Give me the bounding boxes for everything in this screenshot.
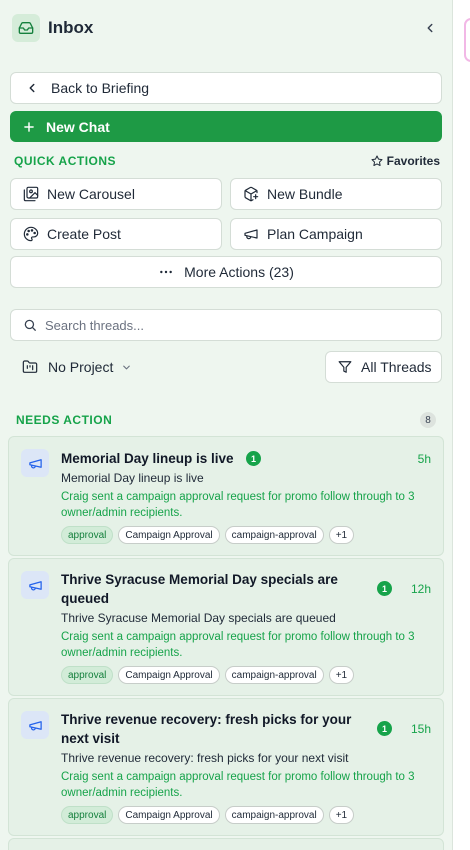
thread-icon bbox=[21, 449, 49, 477]
back-to-briefing-button[interactable]: Back to Briefing bbox=[10, 72, 442, 104]
quick-actions-label: QUICK ACTIONS bbox=[14, 154, 117, 168]
thread-time: 15h bbox=[410, 722, 431, 736]
tag-more[interactable]: +1 bbox=[328, 526, 355, 544]
main-content-edge bbox=[454, 0, 470, 850]
new-carousel-button[interactable]: New Carousel bbox=[10, 178, 222, 210]
search-bar bbox=[10, 309, 442, 341]
tag-campaign-approval[interactable]: Campaign Approval bbox=[118, 526, 220, 544]
favorites-label: Favorites bbox=[386, 154, 440, 168]
chevron-down-icon bbox=[123, 365, 131, 369]
thread-card[interactable]: Thrive revenue recovery: fresh picks for… bbox=[8, 698, 444, 836]
plan-campaign-label: Plan Campaign bbox=[267, 226, 363, 242]
thread-title-line2: queued bbox=[61, 591, 110, 606]
project-selector[interactable]: No Project bbox=[22, 357, 132, 377]
thread-tags: approval Campaign Approval campaign-appr… bbox=[61, 666, 359, 684]
plus-icon bbox=[24, 121, 34, 132]
thread-subtitle: Thrive revenue recovery: fresh picks for… bbox=[61, 751, 349, 765]
thread-icon bbox=[21, 711, 49, 739]
thread-time: 12h bbox=[410, 582, 431, 596]
thread-title-line2: next visit bbox=[61, 731, 120, 746]
more-horizontal-icon bbox=[160, 270, 173, 274]
thread-title: Thrive revenue recovery: fresh picks for… bbox=[61, 710, 361, 748]
megaphone-icon bbox=[28, 580, 42, 590]
folder-kanban-icon bbox=[22, 360, 38, 373]
plan-campaign-button[interactable]: Plan Campaign bbox=[230, 218, 442, 250]
tag-more[interactable]: +1 bbox=[328, 806, 355, 824]
filter-icon bbox=[338, 361, 352, 373]
tag-campaign-approval-slug[interactable]: campaign-approval bbox=[224, 666, 324, 684]
megaphone-icon bbox=[28, 458, 42, 468]
all-threads-filter-button[interactable]: All Threads bbox=[325, 351, 442, 383]
unread-badge: 1 bbox=[377, 581, 392, 596]
search-input[interactable] bbox=[45, 317, 425, 333]
needs-action-header: NEEDS ACTION 8 bbox=[16, 412, 436, 428]
inbox-icon bbox=[12, 14, 40, 42]
megaphone-icon bbox=[28, 720, 42, 730]
quick-actions-header: QUICK ACTIONS Favorites bbox=[14, 153, 440, 169]
megaphone-icon bbox=[244, 229, 258, 240]
search-icon bbox=[24, 319, 36, 331]
thread-title: Thrive Syracuse Memorial Day specials ar… bbox=[61, 570, 361, 608]
chevron-left-icon bbox=[29, 83, 35, 93]
images-icon bbox=[23, 186, 39, 202]
more-actions-button[interactable]: More Actions (23) bbox=[10, 256, 442, 288]
inbox-panel: Inbox Back to Briefing New Chat QUICK AC… bbox=[0, 0, 453, 850]
thread-icon bbox=[21, 571, 49, 599]
thread-subtitle: Thrive Syracuse Memorial Day specials ar… bbox=[61, 611, 336, 625]
tag-approval[interactable]: approval bbox=[61, 666, 114, 684]
thread-card[interactable]: Memorial Day lineup is live 1 5h Memoria… bbox=[8, 436, 444, 556]
star-icon bbox=[371, 155, 383, 167]
new-bundle-button[interactable]: New Bundle bbox=[230, 178, 442, 210]
thread-tags: approval Campaign Approval campaign-appr… bbox=[61, 526, 359, 544]
thread-description: Craig sent a campaign approval request f… bbox=[61, 771, 415, 799]
unread-badge: 1 bbox=[377, 721, 392, 736]
tag-campaign-approval-slug[interactable]: campaign-approval bbox=[224, 526, 324, 544]
palette-icon bbox=[23, 226, 39, 242]
new-chat-label: New Chat bbox=[46, 118, 110, 135]
thread-description: Craig sent a campaign approval request f… bbox=[61, 631, 415, 659]
thread-time: 5h bbox=[417, 452, 431, 466]
thread-card[interactable] bbox=[8, 838, 444, 850]
tag-campaign-approval[interactable]: Campaign Approval bbox=[118, 666, 220, 684]
chevron-left-icon bbox=[427, 23, 433, 33]
collapse-sidebar-button[interactable] bbox=[420, 18, 440, 38]
create-post-label: Create Post bbox=[47, 226, 121, 242]
tag-approval[interactable]: approval bbox=[61, 526, 114, 544]
create-post-button[interactable]: Create Post bbox=[10, 218, 222, 250]
package-plus-icon bbox=[244, 186, 259, 202]
thread-title-text: Memorial Day lineup is live bbox=[61, 451, 234, 466]
thread-card[interactable]: Thrive Syracuse Memorial Day specials ar… bbox=[8, 558, 444, 696]
tag-approval[interactable]: approval bbox=[61, 806, 114, 824]
thread-title: Memorial Day lineup is live bbox=[61, 449, 234, 468]
tag-campaign-approval[interactable]: Campaign Approval bbox=[118, 806, 220, 824]
inbox-header: Inbox bbox=[12, 14, 440, 42]
thread-subtitle: Memorial Day lineup is live bbox=[61, 471, 204, 485]
thread-description: Craig sent a campaign approval request f… bbox=[61, 491, 415, 519]
unread-badge: 1 bbox=[246, 451, 261, 466]
more-actions-label: More Actions (23) bbox=[184, 264, 294, 280]
new-carousel-label: New Carousel bbox=[47, 186, 135, 202]
tag-more[interactable]: +1 bbox=[328, 666, 355, 684]
needs-action-label: NEEDS ACTION bbox=[16, 413, 113, 427]
new-chat-button[interactable]: New Chat bbox=[10, 111, 442, 142]
thread-tags: approval Campaign Approval campaign-appr… bbox=[61, 806, 359, 824]
main-content-peek bbox=[464, 18, 470, 62]
page-title: Inbox bbox=[48, 18, 94, 37]
favorites-button[interactable]: Favorites bbox=[371, 154, 440, 168]
tag-campaign-approval-slug[interactable]: campaign-approval bbox=[224, 806, 324, 824]
new-bundle-label: New Bundle bbox=[267, 186, 343, 202]
thread-title-line1: Thrive revenue recovery: fresh picks for… bbox=[61, 712, 352, 727]
back-button-label: Back to Briefing bbox=[51, 80, 150, 96]
thread-title-line1: Thrive Syracuse Memorial Day specials ar… bbox=[61, 572, 338, 587]
project-label: No Project bbox=[48, 359, 114, 375]
all-threads-label: All Threads bbox=[361, 359, 432, 375]
needs-action-count-badge: 8 bbox=[420, 412, 436, 428]
